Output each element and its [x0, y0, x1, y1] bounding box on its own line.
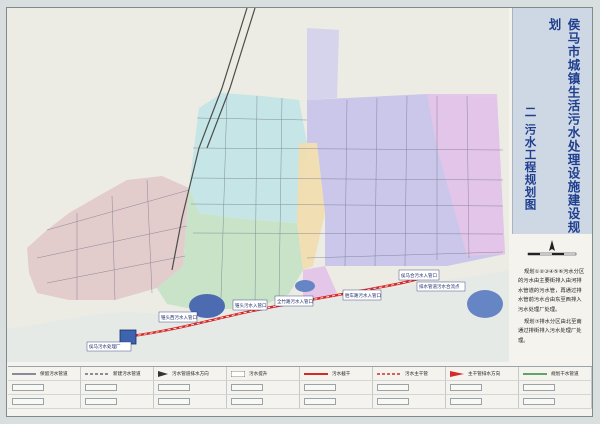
title-panel: 侯马市城镇生活污水处理设施建设规划 二 污水工程规划图	[512, 8, 592, 234]
legend-blank	[154, 395, 227, 409]
planned-main-icon	[523, 372, 547, 375]
legend-blank	[227, 381, 300, 395]
pond-north	[295, 280, 315, 292]
flow-direction-arrow-icon	[158, 370, 168, 377]
sewer-plan-map[interactable]: 锥头西污水入管口 锥头污水入管口 全竹路污水入管口 胜车路污水入管口 侯马合污水…	[7, 8, 509, 362]
legend-item: 污水主干管	[373, 367, 446, 381]
zone-3-area	[189, 93, 307, 223]
planning-notes: 规划①②③④⑤⑥污水分区的污水由主要街排入由河排水管道的污水管，再通过排水管前污…	[512, 264, 592, 362]
legend-blank	[227, 395, 300, 409]
legend-blank	[373, 395, 446, 409]
map-title: 侯马市城镇生活污水处理设施建设规划	[546, 18, 581, 234]
pump-station-icon	[231, 370, 245, 377]
entry-label-1-text: 锥头西污水入管口	[161, 314, 197, 321]
legend-blank	[519, 395, 592, 409]
legend-blank	[519, 381, 592, 395]
legend: 保留污水管道 新建污水管道 污水管道排水方向 污水提升 污水截干 污水主干管 主…	[8, 366, 592, 410]
legend-blank	[446, 395, 519, 409]
entry-label-4: 胜车路污水入管口	[342, 289, 382, 301]
pond-east	[467, 290, 503, 318]
legend-item: 污水提升	[227, 367, 300, 381]
legend-item: 污水截干	[300, 367, 373, 381]
legend-blank	[300, 395, 373, 409]
existing-sewer-line-icon	[12, 372, 36, 375]
legend-item: 主干管排水方向	[446, 367, 519, 381]
legend-item: 规划干水管道	[519, 367, 592, 381]
note-2: 规划⑦排水分区由北至南通过排街排入污水处理厂处理。	[518, 319, 582, 344]
legend-blank	[373, 381, 446, 395]
plant-label-text: 侯马污水处理厂	[89, 343, 121, 350]
trunk-main-icon	[377, 372, 401, 375]
northern-residential-area	[307, 28, 339, 100]
legend-item: 保留污水管道	[8, 367, 81, 381]
main-interceptor-icon	[304, 372, 328, 375]
new-sewer-line-icon	[85, 372, 109, 375]
entry-label-5-text: 侯马合污水入管口	[401, 272, 437, 279]
legend-item: 污水管道排水方向	[154, 367, 227, 381]
entry-label-3-text: 全竹路污水入管口	[277, 298, 313, 305]
entry-label-5: 侯马合污水入管口	[398, 269, 440, 281]
north-arrow-scale	[512, 236, 592, 262]
legend-blank	[154, 381, 227, 395]
legend-item: 新建污水管道	[81, 367, 154, 381]
entry-label-2: 锥头污水入管口	[232, 299, 268, 311]
legend-blank	[300, 381, 373, 395]
entry-label-3: 全竹路污水入管口	[274, 295, 314, 307]
legend-blank	[446, 381, 519, 395]
legend-blank	[8, 381, 81, 395]
note-1: 规划①②③④⑤⑥污水分区的污水由主要街排入由河排水管道的污水管，再通过排水管前污…	[518, 269, 585, 313]
outlet-label-text: 排水管道污水合流点	[419, 283, 460, 290]
map-subtitle: 二 污水工程规划图	[523, 106, 538, 212]
legend-blank	[8, 395, 81, 409]
plant-label: 侯马污水处理厂	[86, 341, 132, 352]
legend-blank	[81, 381, 154, 395]
north-arrow-icon	[527, 240, 577, 256]
entry-label-4-text: 胜车路污水入管口	[345, 292, 381, 299]
outlet-label: 排水管道污水合流点	[416, 281, 466, 292]
trunk-flow-arrow-icon	[450, 370, 464, 377]
zone-1-area	[27, 176, 189, 300]
legend-blank	[81, 395, 154, 409]
entry-label-1: 锥头西污水入管口	[158, 311, 198, 323]
entry-label-2-text: 锥头污水入管口	[235, 302, 267, 309]
